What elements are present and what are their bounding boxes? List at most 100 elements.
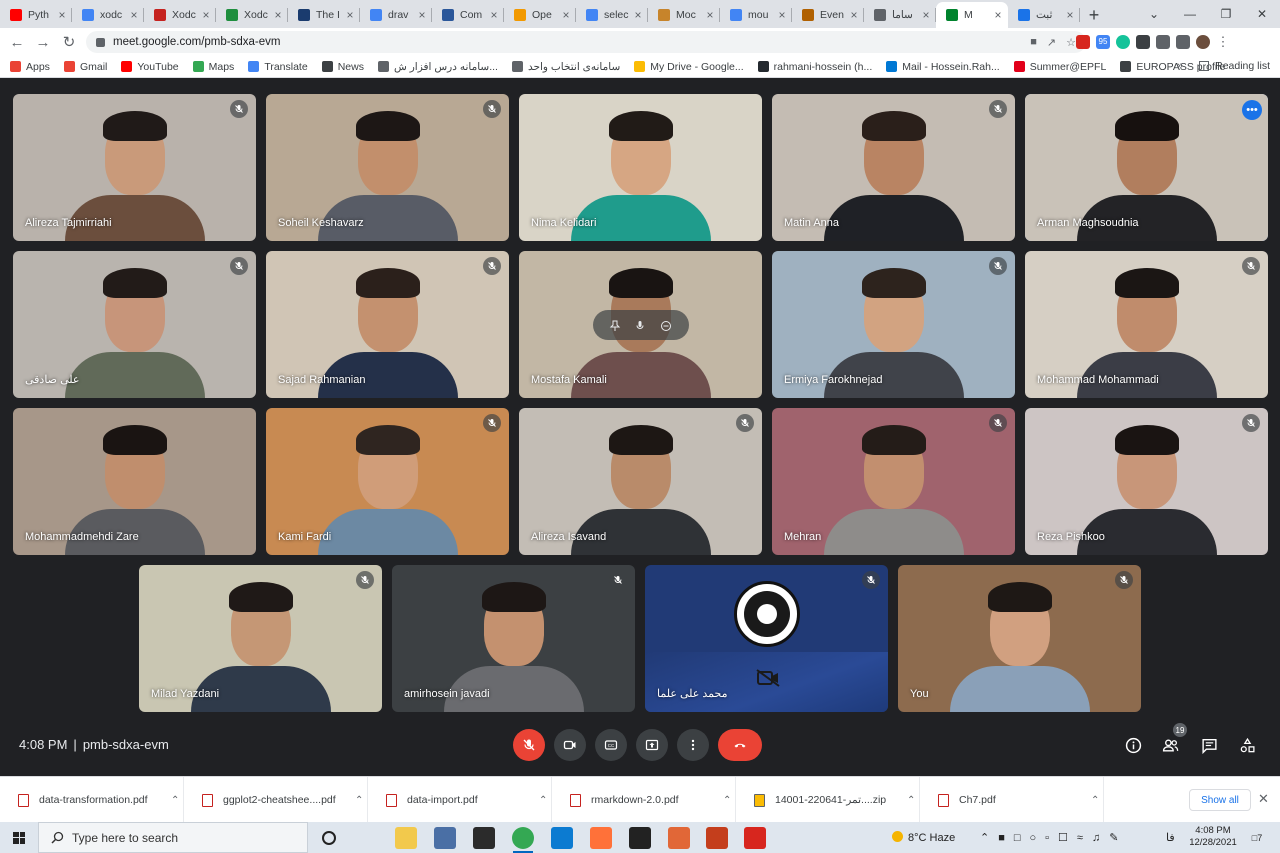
tab-close-icon[interactable]: × xyxy=(1064,8,1076,22)
participant-tile[interactable]: Nima Kelidari xyxy=(519,94,762,241)
participant-tile[interactable]: Mehran xyxy=(772,408,1015,555)
tab-close-icon[interactable]: × xyxy=(56,8,68,22)
bookmark-item[interactable]: سامانه درس افزار ش... xyxy=(377,61,498,73)
weather-widget[interactable]: 8°C Haze xyxy=(892,831,955,844)
store-icon[interactable] xyxy=(434,827,456,849)
chevron-up-icon[interactable]: ⌃ xyxy=(1091,795,1099,806)
participant-tile[interactable]: amirhosein javadi xyxy=(392,565,635,712)
participant-tile[interactable]: Sajad Rahmanian xyxy=(266,251,509,398)
file-explorer-icon[interactable] xyxy=(395,827,417,849)
tab-close-icon[interactable]: × xyxy=(920,8,932,22)
tab-close-icon[interactable]: × xyxy=(200,8,212,22)
media-icon[interactable] xyxy=(1176,35,1190,49)
participant-tile[interactable]: محمد علی علما xyxy=(645,565,888,712)
captions-button[interactable]: CC xyxy=(595,729,627,761)
mute-participant-icon[interactable] xyxy=(634,319,646,331)
browser-tab[interactable]: drav × xyxy=(360,2,432,28)
people-button[interactable] xyxy=(1160,735,1180,755)
download-item[interactable]: Ch7.pdf ⌃ xyxy=(920,777,1104,823)
browser-tab[interactable]: selec × xyxy=(576,2,648,28)
chevron-up-icon[interactable]: ⌃ xyxy=(171,795,179,806)
extension-icon[interactable] xyxy=(1136,35,1150,49)
tile-options-icon[interactable]: ••• xyxy=(1242,100,1262,120)
minimize-icon[interactable]: — xyxy=(1172,0,1208,28)
browser-tab[interactable]: Com × xyxy=(432,2,504,28)
task-view-icon[interactable] xyxy=(356,827,378,849)
participant-tile[interactable]: Ermiya Farokhnejad xyxy=(772,251,1015,398)
share-icon[interactable]: ↗ xyxy=(1047,36,1056,49)
more-options-button[interactable] xyxy=(677,729,709,761)
tab-close-icon[interactable]: × xyxy=(704,8,716,22)
participant-tile[interactable]: Alireza Tajmirriahi xyxy=(13,94,256,241)
participant-tile[interactable]: Mohammadmehdi Zare xyxy=(13,408,256,555)
browser-tab[interactable]: Pyth × xyxy=(0,2,72,28)
meeting-code[interactable]: pmb-sdxa-evm xyxy=(83,737,169,752)
participant-tile[interactable]: ••• Arman Maghsoudnia xyxy=(1025,94,1268,241)
maximize-icon[interactable]: ❐ xyxy=(1208,0,1244,28)
remove-participant-icon[interactable] xyxy=(660,319,672,331)
browser-tab[interactable]: ثبت × xyxy=(1008,2,1080,28)
browser-tab[interactable]: Even × xyxy=(792,2,864,28)
bookmark-item[interactable]: My Drive - Google... xyxy=(634,61,744,73)
bookmark-item[interactable]: Summer@EPFL xyxy=(1013,61,1106,73)
participant-tile[interactable]: Reza Pishkoo xyxy=(1025,408,1268,555)
mail-icon[interactable] xyxy=(473,827,495,849)
chevron-up-icon[interactable]: ⌃ xyxy=(355,795,363,806)
tab-close-icon[interactable]: × xyxy=(560,8,572,22)
browser-tab[interactable]: Ope × xyxy=(504,2,576,28)
download-item[interactable]: rmarkdown-2.0.pdf ⌃ xyxy=(552,777,736,823)
chevron-up-icon[interactable]: ⌃ xyxy=(723,795,731,806)
close-downloads-icon[interactable]: ✕ xyxy=(1258,791,1269,807)
forward-icon[interactable]: → xyxy=(30,29,56,55)
edge-icon[interactable] xyxy=(551,827,573,849)
browser-menu-icon[interactable]: ⋮ xyxy=(1216,35,1230,49)
tab-close-icon[interactable]: × xyxy=(992,8,1004,22)
tab-close-icon[interactable]: × xyxy=(776,8,788,22)
start-button[interactable] xyxy=(0,822,38,853)
notification-center-button[interactable]: □ 7 xyxy=(1244,828,1270,848)
firefox-icon[interactable] xyxy=(590,827,612,849)
meeting-details-button[interactable] xyxy=(1123,735,1143,755)
tab-close-icon[interactable]: × xyxy=(632,8,644,22)
profile-avatar[interactable] xyxy=(1196,35,1210,49)
bookmark-item[interactable]: Maps xyxy=(192,61,234,73)
browser-tab[interactable]: xodc × xyxy=(72,2,144,28)
download-item[interactable]: data-import.pdf ⌃ xyxy=(368,777,552,823)
tab-close-icon[interactable]: × xyxy=(848,8,860,22)
browser-tab[interactable]: Xodc × xyxy=(144,2,216,28)
show-all-downloads-button[interactable]: Show all xyxy=(1189,789,1251,811)
bookmark-item[interactable]: Apps xyxy=(10,61,50,73)
chrome-icon[interactable] xyxy=(512,827,534,853)
tab-close-icon[interactable]: × xyxy=(488,8,500,22)
participant-tile[interactable]: You xyxy=(898,565,1141,712)
browser-tab[interactable]: Moc × xyxy=(648,2,720,28)
bookmark-item[interactable]: Gmail xyxy=(63,61,107,73)
activities-button[interactable] xyxy=(1237,735,1257,755)
participant-tile[interactable]: Matin Anna xyxy=(772,94,1015,241)
tab-close-icon[interactable]: × xyxy=(128,8,140,22)
chevron-up-icon[interactable]: ⌃ xyxy=(539,795,547,806)
download-item[interactable]: data-transformation.pdf ⌃ xyxy=(0,777,184,823)
bookmark-item[interactable]: YouTube xyxy=(121,61,179,73)
tab-close-icon[interactable]: × xyxy=(416,8,428,22)
extension-badge[interactable]: 95 xyxy=(1096,35,1110,49)
leave-call-button[interactable] xyxy=(718,729,762,761)
grammarly-extension-icon[interactable] xyxy=(1116,35,1130,49)
participant-tile[interactable]: علی صادقی xyxy=(13,251,256,398)
microphone-toggle-button[interactable] xyxy=(513,729,545,761)
new-tab-button[interactable]: + xyxy=(1080,2,1108,28)
taskbar-clock[interactable]: 4:08 PM 12/28/2021 xyxy=(1188,825,1238,849)
url-text[interactable]: meet.google.com/pmb-sdxa-evm xyxy=(113,36,280,48)
browser-tab[interactable]: mou × xyxy=(720,2,792,28)
address-bar[interactable]: meet.google.com/pmb-sdxa-evm ■ ↗ ☆ xyxy=(86,31,1086,53)
participant-tile[interactable]: Mohammad Mohammadi xyxy=(1025,251,1268,398)
reload-icon[interactable]: ↻ xyxy=(56,29,82,55)
clapper-icon[interactable] xyxy=(629,827,651,849)
present-screen-button[interactable] xyxy=(636,729,668,761)
puzzle-icon[interactable] xyxy=(1156,35,1170,49)
matlab-icon[interactable] xyxy=(668,827,690,849)
bookmark-item[interactable]: Mail - Hossein.Rah... xyxy=(886,61,1000,73)
browser-tab[interactable]: The I × xyxy=(288,2,360,28)
camera-indicator-icon[interactable]: ■ xyxy=(1030,36,1037,48)
bookmark-item[interactable]: سامانه‌ی انتخاب واحد xyxy=(511,61,620,73)
